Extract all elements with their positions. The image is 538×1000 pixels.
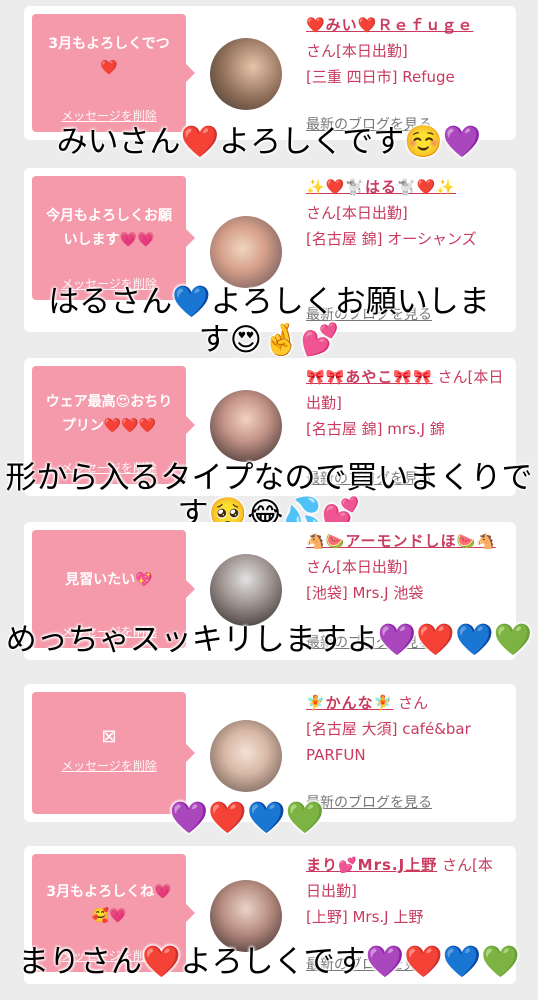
- profile-info: ✨❤️🐩はる🐩❤️✨ さん[本日出勤] [名古屋 錦] オーシャンズ: [306, 174, 506, 252]
- message-text: 今月もよろしくお願いします💗💗: [46, 208, 172, 248]
- message-text: 3月もよろしくね💗🥰💗: [46, 884, 172, 924]
- profile-location: [池袋] Mrs.J 池袋: [306, 584, 424, 602]
- message-text: 見習いたい💖: [65, 572, 153, 588]
- profile-location: [名古屋 錦] オーシャンズ: [306, 230, 477, 248]
- profile-info: ❤️みい❤️Ｒｅｆｕｇｅ さん[本日出勤] [三重 四日市] Refuge: [306, 12, 506, 90]
- profile-info: まり💕Mrs.J上野 さん[本日出勤] [上野] Mrs.J 上野: [306, 852, 506, 930]
- profile-suffix: さん[本日出勤]: [306, 42, 408, 60]
- avatar[interactable]: [210, 216, 282, 288]
- profile-name-link[interactable]: まり💕Mrs.J上野: [306, 856, 437, 874]
- profile-location: [名古屋 錦] mrs.J 錦: [306, 420, 445, 438]
- profile-suffix: さん[本日出勤]: [306, 204, 408, 222]
- profile-info: 🧚かんな🧚 さん [名古屋 大須] café&bar PARFUN: [306, 690, 506, 768]
- profile-location: [三重 四日市] Refuge: [306, 68, 455, 86]
- overlay-caption-line2: す😍🤞💕: [198, 322, 340, 358]
- profile-info: 🎀🎀あやこ🎀🎀 さん[本日出勤] [名古屋 錦] mrs.J 錦: [306, 364, 506, 442]
- avatar[interactable]: [210, 38, 282, 110]
- overlay-caption-line1: はるさん💙よろしくお願いしま: [48, 284, 490, 320]
- profile-location: [名古屋 大須] café&bar PARFUN: [306, 720, 471, 764]
- broken-image-icon: ⊠: [101, 726, 117, 747]
- profile-name-link[interactable]: 🎀🎀あやこ🎀🎀: [306, 368, 433, 386]
- profile-name-link[interactable]: ❤️みい❤️Ｒｅｆｕｇｅ: [306, 16, 473, 34]
- delete-message-link[interactable]: メッセージを削除: [32, 107, 186, 124]
- delete-message-link[interactable]: メッセージを削除: [32, 757, 186, 774]
- avatar[interactable]: [210, 880, 282, 952]
- avatar[interactable]: [210, 554, 282, 626]
- profile-suffix: さん: [398, 694, 429, 712]
- overlay-caption: まりさん❤️よろしくです💜❤️💙💚: [17, 944, 521, 980]
- message-text: 3月もよろしくでつ❤️: [48, 36, 170, 76]
- message-bubble: ⊠ メッセージを削除: [32, 692, 195, 814]
- profile-name-link[interactable]: 🐴🍉アーモンドしほ🍉🐴: [306, 532, 496, 550]
- profile-name-link[interactable]: ✨❤️🐩はる🐩❤️✨: [306, 178, 456, 196]
- message-text: ウェア最高😍おちりプリン❤️❤️❤️: [45, 394, 173, 434]
- overlay-caption: みいさん❤️よろしくです☺️💜: [56, 124, 482, 160]
- profile-suffix: さん[本日出勤]: [306, 558, 408, 576]
- profile-name-link[interactable]: 🧚かんな🧚: [306, 694, 393, 712]
- overlay-caption: 💜❤️💙💚: [169, 800, 325, 836]
- overlay-caption: めっちゃスッキリしますよ💜❤️💙💚: [5, 622, 533, 658]
- message-bubble: 今月もよろしくお願いします💗💗 メッセージを削除: [32, 176, 195, 300]
- overlay-caption-line1: 形から入るタイプなので買いまくりで: [5, 460, 533, 496]
- profile-location: [上野] Mrs.J 上野: [306, 908, 424, 926]
- avatar[interactable]: [210, 720, 282, 792]
- avatar[interactable]: [210, 390, 282, 462]
- message-bubble: 3月もよろしくでつ❤️ メッセージを削除: [32, 14, 195, 132]
- profile-info: 🐴🍉アーモンドしほ🍉🐴 さん[本日出勤] [池袋] Mrs.J 池袋: [306, 528, 506, 606]
- message-card: 3月もよろしくでつ❤️ メッセージを削除 ❤️みい❤️Ｒｅｆｕｇｅ さん[本日出…: [24, 6, 516, 140]
